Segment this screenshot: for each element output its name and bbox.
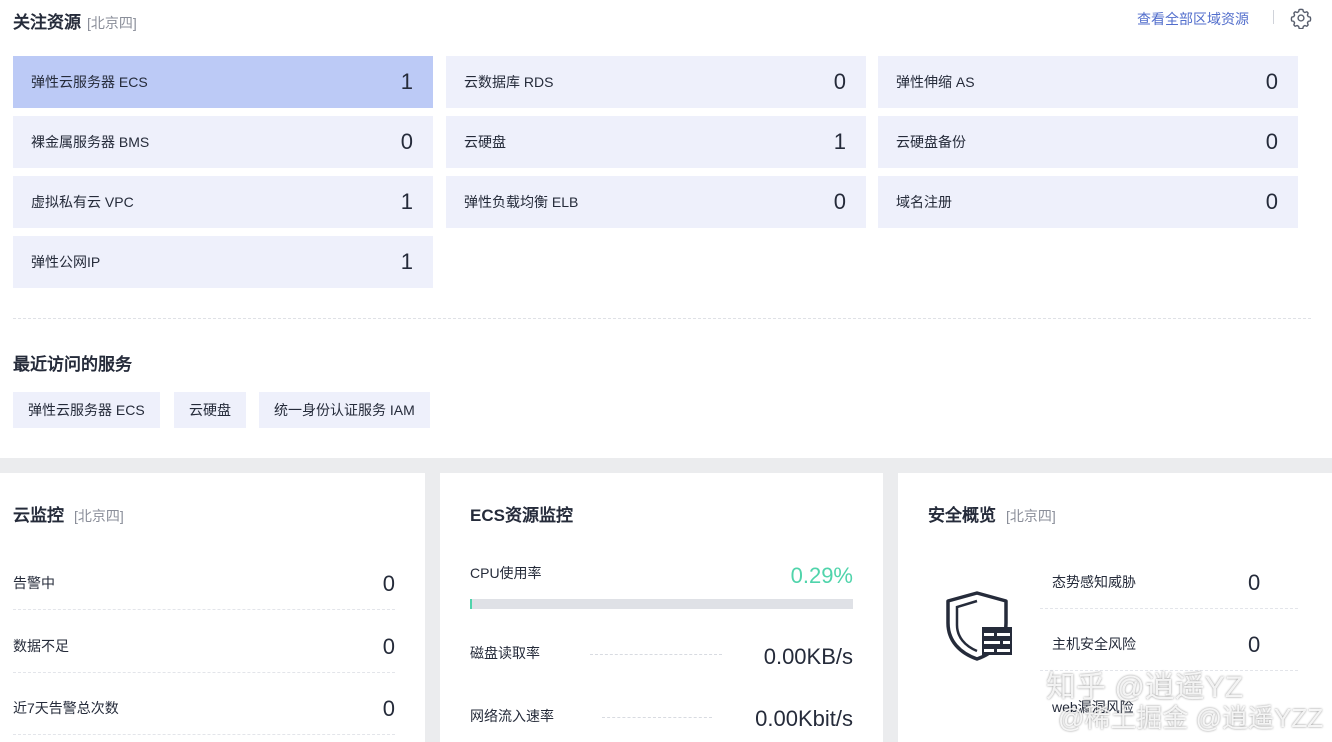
security-row-web-vuln[interactable]: web漏洞风险 (1040, 671, 1298, 733)
resource-count: 0 (833, 189, 846, 214)
resource-name: 域名注册 (896, 194, 952, 210)
resource-count: 0 (833, 69, 846, 94)
security-label: 态势感知威胁 (1052, 574, 1136, 590)
ecs-monitor-card: ECS资源监控 CPU使用率 0.29% 磁盘读取率 0.00KB/s 网络流入… (440, 473, 883, 742)
resource-name: 云数据库 RDS (464, 74, 554, 90)
security-overview-card: 安全概览 [北京四] 态势感知威胁 0 主机安全风险 0 web漏洞风险 (898, 473, 1332, 742)
resource-count: 1 (400, 189, 413, 214)
metric-row-insufficient-data[interactable]: 数据不足 0 (13, 611, 395, 673)
disk-read-label: 磁盘读取率 (470, 645, 540, 661)
leader-dots (590, 654, 722, 655)
resource-name: 弹性公网IP (31, 254, 101, 270)
cloud-monitor-card: 云监控 [北京四] 告警中 0 数据不足 0 近7天告警总次数 0 (0, 473, 425, 742)
region-tag: [北京四] (87, 15, 137, 31)
resource-count: 1 (833, 129, 846, 154)
cpu-usage-label: CPU使用率 (470, 565, 542, 581)
network-in-value: 0.00Kbit/s (755, 706, 853, 731)
resource-count: 1 (400, 69, 413, 94)
resource-count: 0 (1265, 69, 1278, 94)
security-value: 0 (1248, 632, 1261, 657)
metric-value: 0 (382, 696, 395, 721)
resource-count: 0 (400, 129, 413, 154)
view-all-regions-link[interactable]: 查看全部区域资源 (1137, 9, 1249, 29)
resource-card-as[interactable]: 弹性伸缩 AS 0 (878, 56, 1298, 108)
resource-card-elb[interactable]: 弹性负载均衡 ELB 0 (446, 176, 866, 228)
resource-name: 云硬盘 (464, 134, 506, 150)
resource-count: 1 (400, 249, 413, 274)
region-tag: [北京四] (74, 508, 124, 524)
resource-count: 0 (1265, 129, 1278, 154)
cloud-monitor-title: 云监控 [北京四] (13, 501, 124, 526)
resource-card-vpc[interactable]: 虚拟私有云 VPC 1 (13, 176, 433, 228)
resource-name: 弹性负载均衡 ELB (464, 194, 579, 210)
resource-card-bms[interactable]: 裸金属服务器 BMS 0 (13, 116, 433, 168)
ecs-monitor-title: ECS资源监控 (470, 506, 573, 525)
region-tag: [北京四] (1006, 508, 1056, 524)
divider (1273, 10, 1274, 24)
followed-resources-panel: 关注资源 [北京四] 查看全部区域资源 弹性云服务器 ECS 1 云数据库 RDS… (0, 0, 1332, 458)
resource-card-rds[interactable]: 云数据库 RDS 0 (446, 56, 866, 108)
resource-card-domain[interactable]: 域名注册 0 (878, 176, 1298, 228)
security-value: 0 (1248, 570, 1261, 595)
metric-label: 告警中 (13, 575, 55, 591)
resource-name: 裸金属服务器 BMS (31, 134, 150, 150)
resource-count: 0 (1265, 189, 1278, 214)
cpu-usage-progress-fill (470, 599, 472, 609)
security-row-situation-threat[interactable]: 态势感知威胁 0 (1040, 547, 1298, 609)
section-divider (13, 318, 1311, 319)
network-in-label: 网络流入速率 (470, 708, 554, 724)
shield-firewall-icon (946, 591, 1012, 661)
resource-name: 弹性云服务器 ECS (31, 74, 148, 90)
security-label: web漏洞风险 (1052, 699, 1134, 715)
cloud-monitor-title-text: 云监控 (13, 506, 64, 525)
security-label: 主机安全风险 (1052, 636, 1136, 652)
metric-value: 0 (382, 571, 395, 596)
security-row-host-risk[interactable]: 主机安全风险 0 (1040, 609, 1298, 671)
resource-name: 弹性伸缩 AS (896, 74, 975, 90)
resource-card-eip[interactable]: 弹性公网IP 1 (13, 236, 433, 288)
recent-services-title: 最近访问的服务 (13, 355, 132, 374)
security-title: 安全概览 [北京四] (928, 501, 1056, 526)
metric-label: 数据不足 (13, 638, 69, 654)
resource-card-ecs[interactable]: 弹性云服务器 ECS 1 (13, 56, 433, 108)
security-title-text: 安全概览 (928, 506, 996, 525)
followed-resources-title: 关注资源 [北京四] (13, 8, 137, 33)
recent-service-iam[interactable]: 统一身份认证服务 IAM (259, 392, 430, 428)
gear-icon[interactable] (1290, 7, 1312, 29)
metric-label: 近7天告警总次数 (13, 700, 119, 716)
followed-title-text: 关注资源 (13, 13, 81, 32)
cpu-usage-progress (470, 599, 853, 609)
resource-card-vbs[interactable]: 云硬盘备份 0 (878, 116, 1298, 168)
leader-dots (602, 717, 712, 718)
recent-service-evs[interactable]: 云硬盘 (174, 392, 246, 428)
resource-name: 云硬盘备份 (896, 134, 966, 150)
metric-value: 0 (382, 634, 395, 659)
recent-service-ecs[interactable]: 弹性云服务器 ECS (13, 392, 160, 428)
cpu-usage-value: 0.29% (790, 563, 853, 588)
resource-card-evs[interactable]: 云硬盘 1 (446, 116, 866, 168)
resource-name: 虚拟私有云 VPC (31, 194, 134, 210)
disk-read-value: 0.00KB/s (763, 644, 853, 669)
metric-row-alarming[interactable]: 告警中 0 (13, 548, 395, 610)
metric-row-7day-alarms[interactable]: 近7天告警总次数 0 (13, 673, 395, 735)
